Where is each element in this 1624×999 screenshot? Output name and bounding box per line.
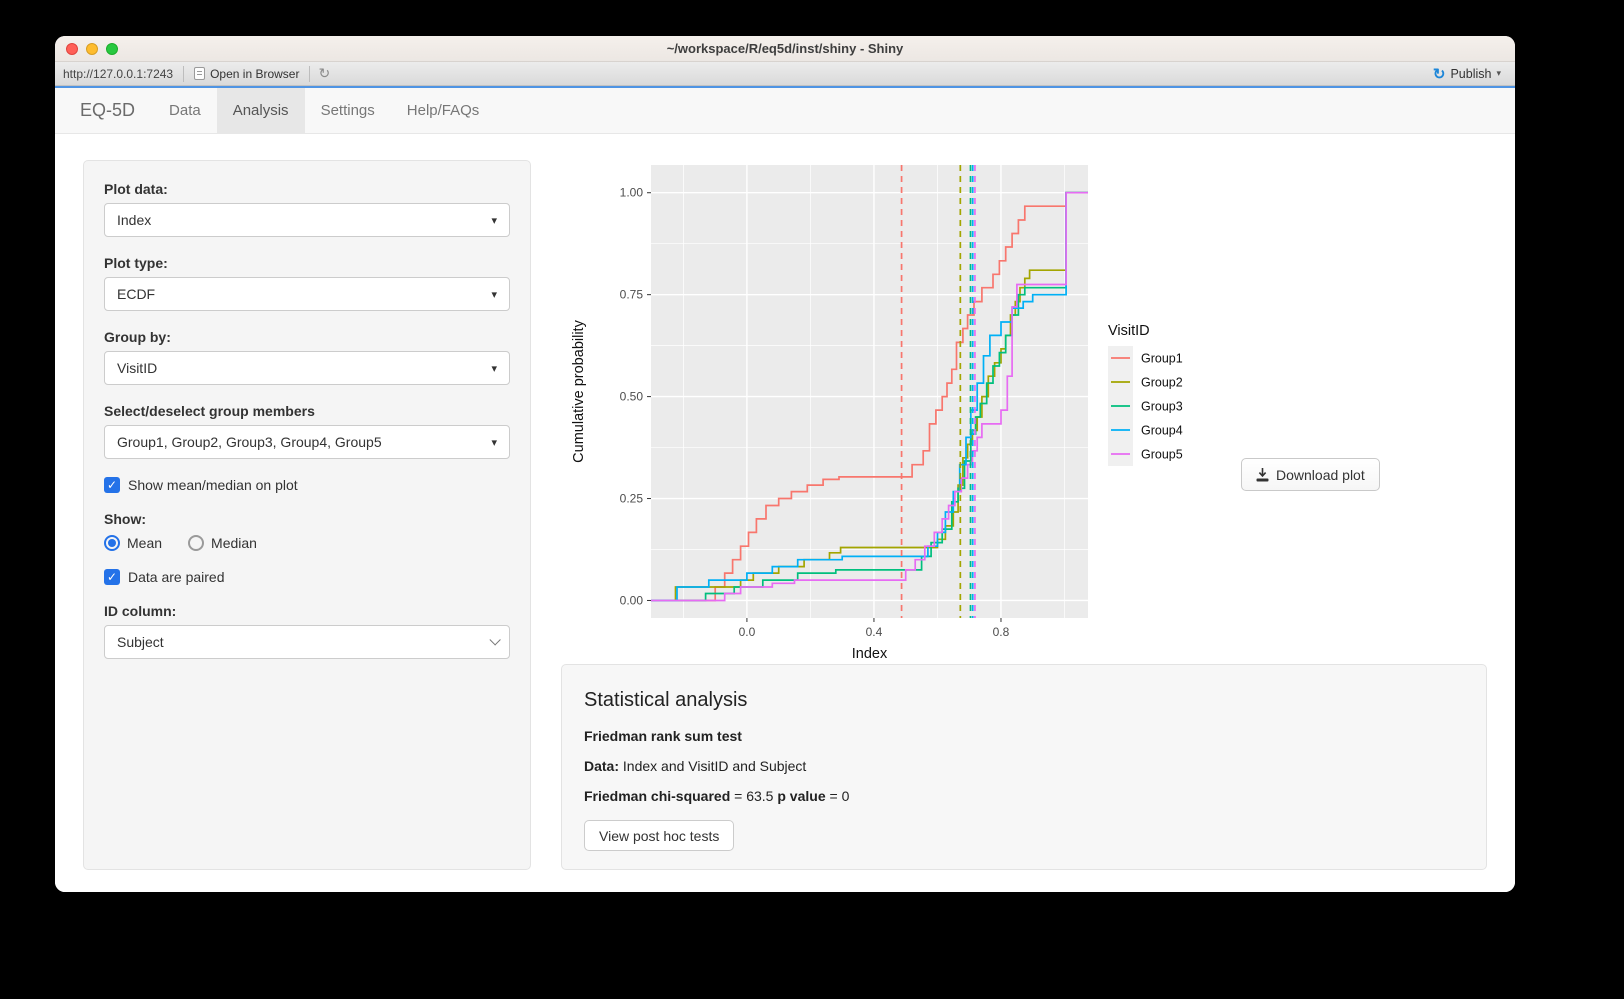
- screenshot-stage: ~/workspace/R/eq5d/inst/shiny - Shiny ht…: [0, 0, 1624, 999]
- plot-row: 0.0 0.4 0.8 0.00 0.25 0.50 0.75 1.00 Index Cumula…: [561, 160, 1487, 660]
- publish-label: Publish: [1450, 67, 1491, 81]
- analysis-page: Plot data: Index ▾ Plot type: ECDF ▾ Gro…: [55, 134, 1515, 892]
- stats-chi-value: = 63.5: [730, 788, 777, 804]
- radio-median[interactable]: Median: [188, 535, 257, 551]
- legend: VisitID Group1 Group2 Group3 Group4 Group5: [1108, 323, 1183, 466]
- paired-checkbox[interactable]: ✓: [104, 569, 120, 585]
- legend-label-group1: Group1: [1141, 352, 1183, 366]
- plot-data-label: Plot data:: [104, 181, 510, 197]
- y-axis-title: Cumulative probability: [571, 319, 587, 462]
- svg-text:1.00: 1.00: [620, 186, 644, 200]
- legend-title: VisitID: [1108, 323, 1150, 339]
- group-members-value: Group1, Group2, Group3, Group4, Group5: [117, 434, 491, 450]
- show-radio-group: Show: Mean Median: [104, 511, 510, 551]
- svg-text:0.00: 0.00: [620, 593, 644, 607]
- legend-label-group3: Group3: [1141, 400, 1183, 414]
- plot-panel: [651, 165, 1088, 618]
- open-in-browser-icon: [194, 67, 205, 80]
- show-mean-checkbox[interactable]: ✓: [104, 477, 120, 493]
- publish-caret-icon: ▾: [1496, 68, 1501, 79]
- navbar-brand: EQ-5D: [55, 88, 153, 133]
- id-column-label: ID column:: [104, 603, 510, 619]
- tab-analysis[interactable]: Analysis: [217, 88, 305, 133]
- paired-checkbox-row[interactable]: ✓ Data are paired: [104, 569, 510, 585]
- plot-data-select[interactable]: Index ▾: [104, 203, 510, 237]
- download-plot-label: Download plot: [1276, 467, 1365, 483]
- group-members-group: Select/deselect group members Group1, Gr…: [104, 403, 510, 459]
- x-axis-title: Index: [852, 646, 888, 660]
- svg-text:0.50: 0.50: [620, 390, 644, 404]
- svg-text:0.4: 0.4: [866, 625, 883, 639]
- id-column-group: ID column: Subject: [104, 603, 510, 659]
- sidebar-panel: Plot data: Index ▾ Plot type: ECDF ▾ Gro…: [83, 160, 531, 870]
- show-mean-checkbox-row[interactable]: ✓ Show mean/median on plot: [104, 477, 510, 493]
- stats-data-value: Index and VisitID and Subject: [619, 758, 806, 774]
- radio-mean[interactable]: Mean: [104, 535, 162, 551]
- stats-data-label: Data:: [584, 758, 619, 774]
- caret-down-icon: ▾: [491, 436, 497, 449]
- svg-text:0.0: 0.0: [739, 625, 756, 639]
- tab-settings[interactable]: Settings: [305, 88, 391, 133]
- radio-mean-label: Mean: [127, 535, 162, 551]
- radio-median-dot[interactable]: [188, 535, 204, 551]
- legend-label-group5: Group5: [1141, 448, 1183, 462]
- publish-icon: ↻: [1433, 65, 1446, 83]
- group-by-select[interactable]: VisitID ▾: [104, 351, 510, 385]
- plot-data-group: Plot data: Index ▾: [104, 181, 510, 237]
- view-post-hoc-tests-button[interactable]: View post hoc tests: [584, 820, 734, 851]
- show-radio-row: Mean Median: [104, 535, 510, 551]
- stats-data-line: Data: Index and VisitID and Subject: [584, 758, 1464, 774]
- paired-checkbox-label: Data are paired: [128, 569, 225, 585]
- plot-type-select[interactable]: ECDF ▾: [104, 277, 510, 311]
- navbar: EQ-5D Data Analysis Settings Help/FAQs: [55, 88, 1515, 134]
- stats-chi-line: Friedman chi-squared = 63.5 p value = 0: [584, 788, 1464, 804]
- caret-down-icon: ▾: [491, 362, 497, 375]
- download-icon: [1256, 468, 1269, 482]
- chevron-down-icon: [489, 634, 500, 645]
- group-by-label: Group by:: [104, 329, 510, 345]
- stats-p-label: p value: [777, 788, 825, 804]
- stats-heading: Statistical analysis: [584, 689, 1464, 712]
- svg-text:0.25: 0.25: [620, 492, 644, 506]
- titlebar: ~/workspace/R/eq5d/inst/shiny - Shiny: [55, 36, 1515, 62]
- svg-text:0.75: 0.75: [620, 288, 644, 302]
- radio-mean-dot[interactable]: [104, 535, 120, 551]
- plot-type-value: ECDF: [117, 286, 491, 302]
- stats-p-value: = 0: [826, 788, 850, 804]
- stats-test-name: Friedman rank sum test: [584, 728, 742, 744]
- caret-down-icon: ▾: [491, 288, 497, 301]
- ecdf-plot: 0.0 0.4 0.8 0.00 0.25 0.50 0.75 1.00 Index Cumula…: [561, 160, 1201, 660]
- legend-label-group4: Group4: [1141, 424, 1183, 438]
- plot-data-value: Index: [117, 212, 491, 228]
- tab-help-faqs[interactable]: Help/FAQs: [391, 88, 496, 133]
- id-column-value: Subject: [117, 634, 489, 650]
- group-by-value: VisitID: [117, 360, 491, 376]
- main-content: 0.0 0.4 0.8 0.00 0.25 0.50 0.75 1.00 Index Cumula…: [561, 160, 1487, 870]
- show-mean-checkbox-label: Show mean/median on plot: [128, 477, 298, 493]
- publish-button[interactable]: ↻ Publish ▾: [1433, 65, 1515, 83]
- id-column-select[interactable]: Subject: [104, 625, 510, 659]
- plot-type-label: Plot type:: [104, 255, 510, 271]
- group-members-label: Select/deselect group members: [104, 403, 510, 419]
- radio-median-label: Median: [211, 535, 257, 551]
- stats-chi-label: Friedman chi-squared: [584, 788, 730, 804]
- group-by-group: Group by: VisitID ▾: [104, 329, 510, 385]
- show-label: Show:: [104, 511, 510, 527]
- viewer-toolbar: http://127.0.0.1:7243 Open in Browser ↻ …: [55, 62, 1515, 86]
- group-members-select[interactable]: Group1, Group2, Group3, Group4, Group5 ▾: [104, 425, 510, 459]
- tab-data[interactable]: Data: [153, 88, 217, 133]
- refresh-icon[interactable]: ↻: [310, 65, 338, 82]
- url-text: http://127.0.0.1:7243: [55, 67, 183, 81]
- open-in-browser-label: Open in Browser: [210, 67, 299, 81]
- statistical-analysis-panel: Statistical analysis Friedman rank sum t…: [561, 664, 1487, 870]
- plot-type-group: Plot type: ECDF ▾: [104, 255, 510, 311]
- rstudio-shiny-window: ~/workspace/R/eq5d/inst/shiny - Shiny ht…: [55, 36, 1515, 892]
- download-plot-button[interactable]: Download plot: [1241, 458, 1380, 491]
- legend-label-group2: Group2: [1141, 376, 1183, 390]
- caret-down-icon: ▾: [491, 214, 497, 227]
- svg-text:0.8: 0.8: [993, 625, 1010, 639]
- open-in-browser-button[interactable]: Open in Browser: [184, 67, 309, 81]
- window-title: ~/workspace/R/eq5d/inst/shiny - Shiny: [55, 41, 1515, 56]
